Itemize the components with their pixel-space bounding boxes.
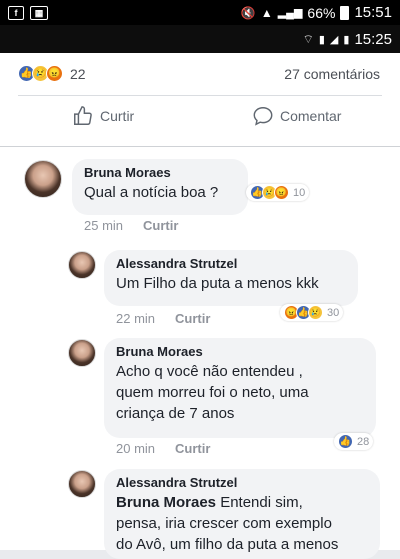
comment-bubble-icon xyxy=(253,107,273,126)
post-reactions-summary[interactable]: 👍 😢 😠 22 xyxy=(18,65,86,82)
comment-text: Bruna Moraes Entendi sim, pensa, iria cr… xyxy=(116,492,368,555)
reaction-count: 10 xyxy=(293,186,306,199)
comment-bubble: Alessandra Strutzel Um Filho da puta a m… xyxy=(104,250,358,306)
battery-percent: 66% xyxy=(307,4,336,21)
battery-icon xyxy=(340,5,350,20)
signal-icon: ▂▄▆ xyxy=(277,7,303,19)
clock-time-2: 15:25 xyxy=(354,30,392,48)
comment-text-line: pensa, iria crescer com exemplo xyxy=(116,515,332,532)
reaction-count: 30 xyxy=(327,306,340,319)
comment-text-line: quem morreu foi o neto, uma xyxy=(116,384,309,401)
comment-text-line: criança de 7 anos xyxy=(116,405,235,422)
facebook-icon: f xyxy=(8,5,24,20)
mute-icon: 🔇 xyxy=(240,5,256,20)
sad-reaction-icon: 😢 xyxy=(308,305,323,320)
wifi-icon: ▲ xyxy=(260,5,273,20)
angry-reaction-icon: 😠 xyxy=(46,65,63,82)
comment-text: Um Filho da puta a menos kkk xyxy=(116,275,319,292)
comment-reactions[interactable]: 👍 😢 😠 10 xyxy=(246,184,310,201)
thumbs-up-icon xyxy=(74,106,92,125)
comment-time: 20 min xyxy=(116,441,156,456)
comment-text-segment: Entendi sim, xyxy=(216,494,303,511)
comment-author[interactable]: Bruna Moraes xyxy=(84,165,236,180)
comment-author[interactable]: Alessandra Strutzel xyxy=(116,475,368,490)
comment-like-link[interactable]: Curtir xyxy=(175,311,210,326)
comment-time: 22 min xyxy=(116,311,156,326)
battery-icon: ▮ xyxy=(343,33,350,46)
post-footer-card: 👍 😢 😠 22 27 comentários Curtir Comentar xyxy=(0,53,400,146)
status-bar-primary: f ▦ 🔇 ▲ ▂▄▆ 66% 15:51 xyxy=(0,0,400,25)
avatar[interactable] xyxy=(68,339,96,367)
divider xyxy=(18,95,382,96)
comment-bubble: Bruna Moraes Acho q você não entendeu , … xyxy=(104,338,376,438)
reaction-count: 28 xyxy=(357,435,370,448)
status-bar-secondary: ⌔ ▮ ◢ ▮ 15:25 xyxy=(0,25,400,53)
comment-button[interactable]: Comentar xyxy=(252,105,341,127)
gallery-icon: ▦ xyxy=(30,5,48,20)
comment-bubble: Alessandra Strutzel Bruna Moraes Entendi… xyxy=(104,469,380,559)
reaction-count: 22 xyxy=(70,65,86,82)
comment-meta: 22 min Curtir xyxy=(116,311,210,326)
like-label: Curtir xyxy=(100,108,135,124)
like-reaction-icon: 👍 xyxy=(338,434,353,449)
status-right-group-2: ⌔ ▮ ◢ ▮ 15:25 xyxy=(303,31,392,48)
avatar[interactable] xyxy=(68,251,96,279)
comment-like-link[interactable]: Curtir xyxy=(143,218,178,233)
comments-section: Bruna Moraes Qual a notícia boa ? 👍 😢 😠 … xyxy=(0,147,400,559)
avatar[interactable] xyxy=(24,160,62,198)
comment-reactions[interactable]: 👍 28 xyxy=(334,433,374,450)
comment-meta: 20 min Curtir xyxy=(116,441,210,456)
signal-icon: ◢ xyxy=(329,33,339,46)
sim-icon: ▮ xyxy=(318,33,325,46)
status-right-group: 🔇 ▲ ▂▄▆ 66% 15:51 xyxy=(241,4,392,21)
comment-reactions[interactable]: 😠 👍 😢 30 xyxy=(280,304,344,321)
clock-time: 15:51 xyxy=(354,4,392,21)
like-button[interactable]: Curtir xyxy=(72,105,134,127)
comment-bubble: Bruna Moraes Qual a notícia boa ? xyxy=(72,159,248,215)
comment-text-line: do Avô, um filho da puta a menos xyxy=(116,536,339,553)
comment-mention[interactable]: Bruna Moraes xyxy=(116,494,216,511)
comment-author[interactable]: Bruna Moraes xyxy=(116,344,364,359)
comment-meta: 25 min Curtir xyxy=(84,218,178,233)
comments-count-link[interactable]: 27 comentários xyxy=(284,66,380,82)
angry-reaction-icon: 😠 xyxy=(274,185,289,200)
avatar[interactable] xyxy=(68,470,96,498)
comment-like-link[interactable]: Curtir xyxy=(175,441,210,456)
comment-text: Acho q você não entendeu , quem morreu f… xyxy=(116,361,364,424)
comment-time: 25 min xyxy=(84,218,124,233)
comment-text: Qual a notícia boa ? xyxy=(84,184,219,201)
comment-text-line: Acho q você não entendeu , xyxy=(116,363,303,380)
comment-author[interactable]: Alessandra Strutzel xyxy=(116,256,346,271)
comment-label: Comentar xyxy=(280,108,342,124)
wifi-icon: ⌔ xyxy=(302,31,314,46)
